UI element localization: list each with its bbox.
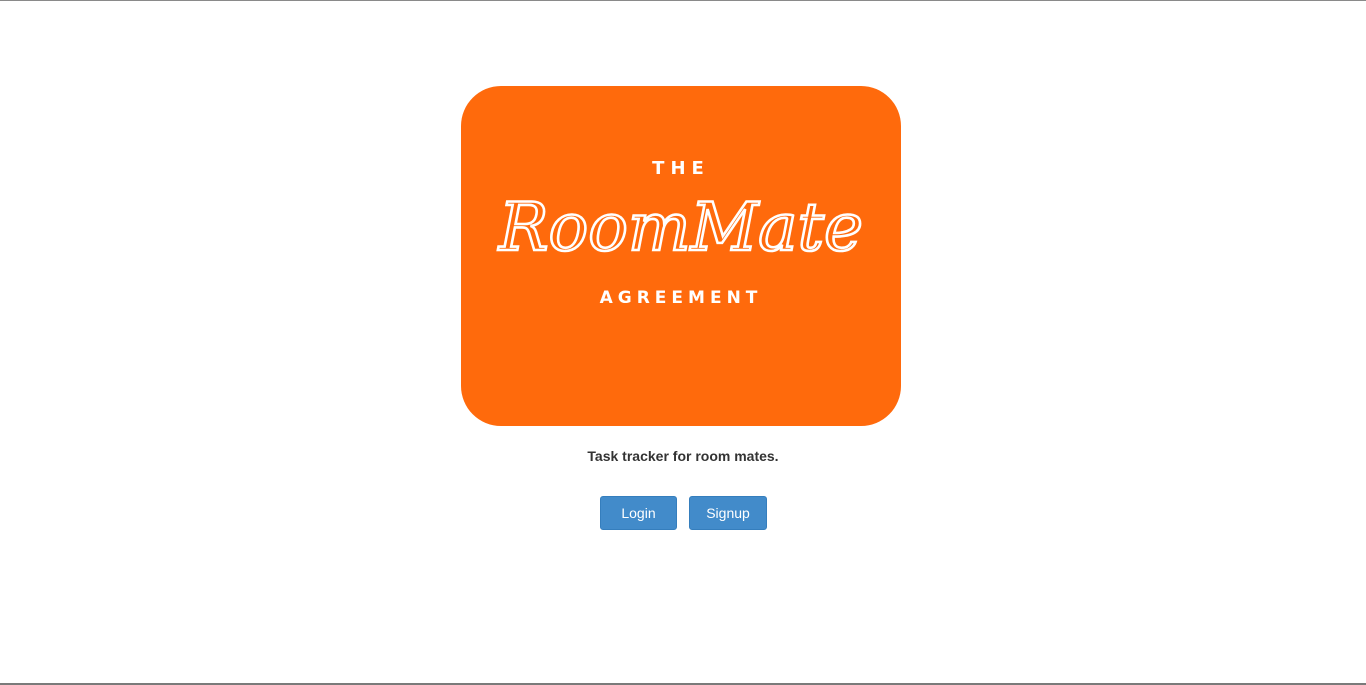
app-logo: THE RoomMate AGREEMENT (461, 86, 901, 426)
window-top-border (0, 0, 1366, 1)
logo-main-wordmark: RoomMate (498, 189, 863, 266)
logo-text-roommate: RoomMate (497, 188, 865, 267)
logo-text-agreement: AGREEMENT (599, 288, 763, 308)
tagline: Task tracker for room mates. (587, 448, 779, 464)
signup-button[interactable]: Signup (689, 496, 767, 530)
logo-text-the: THE (652, 158, 710, 179)
landing-page: THE RoomMate AGREEMENT Task tracker for … (0, 0, 1366, 685)
login-button[interactable]: Login (600, 496, 677, 530)
